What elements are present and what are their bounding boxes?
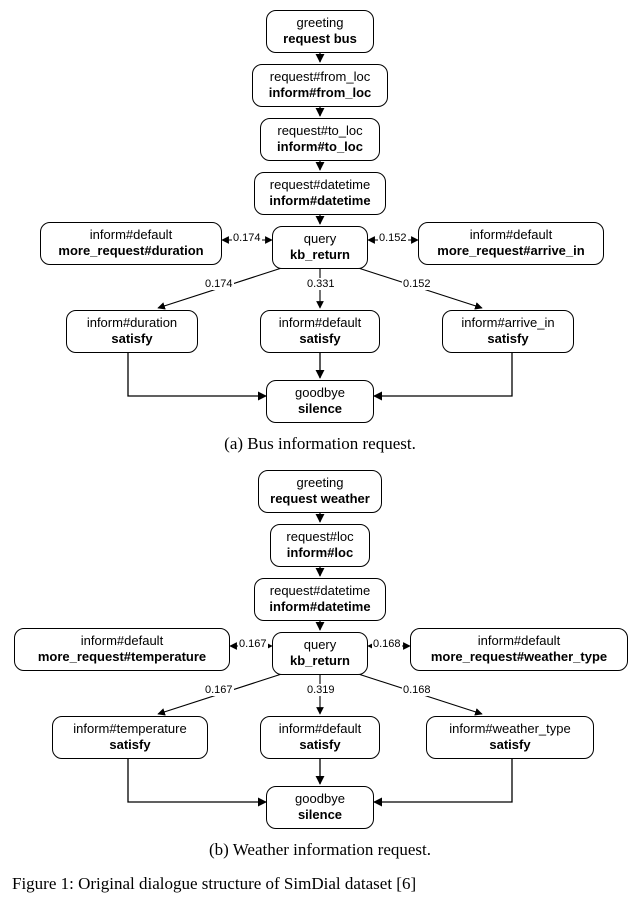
node-sat-arrive: inform#arrive_in satisfy	[442, 310, 574, 353]
node-greeting-l2: request bus	[277, 31, 363, 47]
w-node-sat-temp: inform#temperature satisfy	[52, 716, 208, 759]
node-more-arrive: inform#default more_request#arrive_in	[418, 222, 604, 265]
w-node-datetime: request#datetime inform#datetime	[254, 578, 386, 621]
node-goodbye: goodbye silence	[266, 380, 374, 423]
w-edge-label-4-4R: 0.168	[372, 638, 402, 650]
node-greeting: greeting request bus	[266, 10, 374, 53]
w-edge-label-4-5R: 0.168	[402, 684, 432, 696]
node-sat-duration: inform#duration satisfy	[66, 310, 198, 353]
w-edge-label-4-5M: 0.319	[306, 684, 336, 696]
weather-caption: (b) Weather information request.	[8, 840, 632, 860]
edge-label-5-6L: 0.174	[204, 278, 234, 290]
w-edge-label-4-5L: 0.167	[204, 684, 234, 696]
w-node-query: query kb_return	[272, 632, 368, 675]
w-node-more-wtype: inform#default more_request#weather_type	[410, 628, 628, 671]
w-node-greeting: greeting request weather	[258, 470, 382, 513]
w-node-sat-wtype: inform#weather_type satisfy	[426, 716, 594, 759]
node-from-loc: request#from_loc inform#from_loc	[252, 64, 388, 107]
node-datetime: request#datetime inform#datetime	[254, 172, 386, 215]
node-sat-default: inform#default satisfy	[260, 310, 380, 353]
node-to-loc: request#to_loc inform#to_loc	[260, 118, 380, 161]
w-node-sat-default: inform#default satisfy	[260, 716, 380, 759]
figure-footer: Figure 1: Original dialogue structure of…	[8, 874, 632, 894]
bus-diagram: greeting request bus request#from_loc in…	[8, 8, 632, 428]
w-node-loc: request#loc inform#loc	[270, 524, 370, 567]
w-edge-label-4-4L: 0.167	[238, 638, 268, 650]
node-greeting-l1: greeting	[277, 15, 363, 31]
edge-label-5-5L: 0.174	[232, 232, 262, 244]
weather-diagram: greeting request weather request#loc inf…	[8, 468, 632, 834]
node-more-duration: inform#default more_request#duration	[40, 222, 222, 265]
edge-label-5-6M: 0.331	[306, 278, 336, 290]
edge-label-5-5R: 0.152	[378, 232, 408, 244]
edge-label-5-6R: 0.152	[402, 278, 432, 290]
w-node-more-temp: inform#default more_request#temperature	[14, 628, 230, 671]
bus-caption: (a) Bus information request.	[8, 434, 632, 454]
node-query: query kb_return	[272, 226, 368, 269]
w-node-goodbye: goodbye silence	[266, 786, 374, 829]
